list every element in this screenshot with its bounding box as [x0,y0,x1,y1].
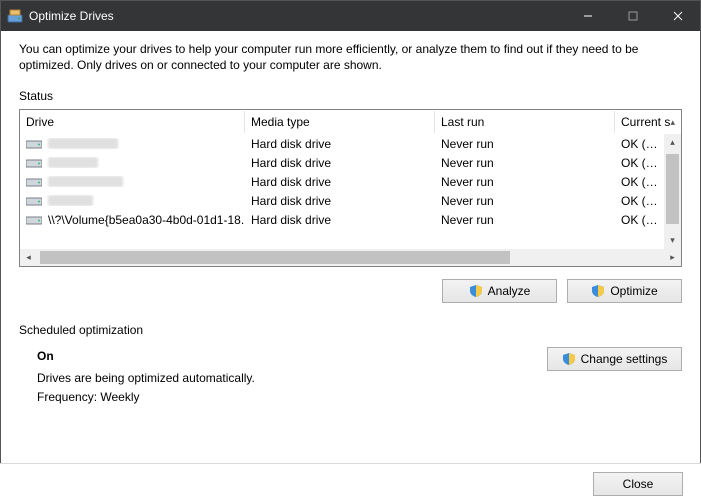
table-row[interactable]: Hard disk driveNever runOK (0% f [20,172,664,191]
footer: Close [0,463,701,504]
shield-icon [469,284,483,298]
col-current-status-label: Current s [621,115,670,129]
scroll-left-icon[interactable]: ◂ [20,249,37,266]
drive-name: \\?\Volume{b5ea0a30-4b0d-01d1-18... [48,213,245,227]
col-current-status[interactable]: Current s ▴ [615,111,681,133]
table-row[interactable]: Hard disk driveNever runOK (0% f [20,191,664,210]
table-row[interactable]: Hard disk driveNever runOK (0% f [20,153,664,172]
window-title: Optimize Drives [29,9,114,23]
vertical-scrollbar[interactable]: ▴ ▾ [664,134,681,249]
current-status: OK (0% f [615,156,664,170]
current-status: OK (0% f [615,175,664,189]
column-headers: Drive Media type Last run Current s ▴ [20,110,681,134]
app-icon [7,8,23,24]
drive-icon [26,138,42,149]
drive-icon [26,157,42,168]
change-settings-button[interactable]: Change settings [547,347,682,371]
scheduled-frequency: Frequency: Weekly [37,388,547,407]
last-run: Never run [435,156,615,170]
table-row[interactable]: Hard disk driveNever runOK (0% f [20,134,664,153]
media-type: Hard disk drive [245,156,435,170]
drive-icon [26,176,42,187]
media-type: Hard disk drive [245,213,435,227]
close-label: Close [623,477,654,491]
last-run: Never run [435,137,615,151]
current-status: OK (0% f [615,213,664,227]
table-row[interactable]: \\?\Volume{b5ea0a30-4b0d-01d1-18...Hard … [20,210,664,229]
minimize-button[interactable] [565,1,610,31]
scheduled-state: On [37,347,547,366]
analyze-label: Analyze [488,284,531,298]
vertical-scroll-thumb[interactable] [666,154,679,224]
optimize-button[interactable]: Optimize [567,279,682,303]
scroll-up-icon[interactable]: ▴ [664,134,681,151]
titlebar[interactable]: Optimize Drives [1,1,700,31]
close-dialog-button[interactable]: Close [593,472,683,496]
col-drive[interactable]: Drive [20,111,245,133]
scroll-down-icon[interactable]: ▾ [664,232,681,249]
media-type: Hard disk drive [245,194,435,208]
drive-icon [26,214,42,225]
last-run: Never run [435,175,615,189]
change-settings-label: Change settings [581,352,668,366]
media-type: Hard disk drive [245,175,435,189]
current-status: OK (0% f [615,137,664,151]
media-type: Hard disk drive [245,137,435,151]
optimize-label: Optimize [610,284,657,298]
drive-icon [26,195,42,206]
drive-name-redacted [48,195,93,206]
drive-name-redacted [48,138,118,149]
last-run: Never run [435,194,615,208]
drive-name-redacted [48,157,98,168]
close-button[interactable] [655,1,700,31]
status-label: Status [19,89,682,103]
analyze-button[interactable]: Analyze [442,279,557,303]
col-last-run[interactable]: Last run [435,111,615,133]
horizontal-scroll-thumb[interactable] [40,251,510,264]
horizontal-scrollbar[interactable]: ◂ ▸ [20,249,681,266]
shield-icon [562,352,576,366]
maximize-button[interactable] [610,1,655,31]
scroll-right-icon[interactable]: ▸ [664,249,681,266]
shield-icon [591,284,605,298]
drive-name-redacted [48,176,123,187]
scheduled-desc: Drives are being optimized automatically… [37,369,547,388]
drive-list[interactable]: Drive Media type Last run Current s ▴ Ha… [19,109,682,267]
last-run: Never run [435,213,615,227]
col-media[interactable]: Media type [245,111,435,133]
chevron-up-icon: ▴ [670,117,675,128]
scheduled-label: Scheduled optimization [19,323,682,337]
intro-text: You can optimize your drives to help you… [19,41,682,73]
current-status: OK (0% f [615,194,664,208]
